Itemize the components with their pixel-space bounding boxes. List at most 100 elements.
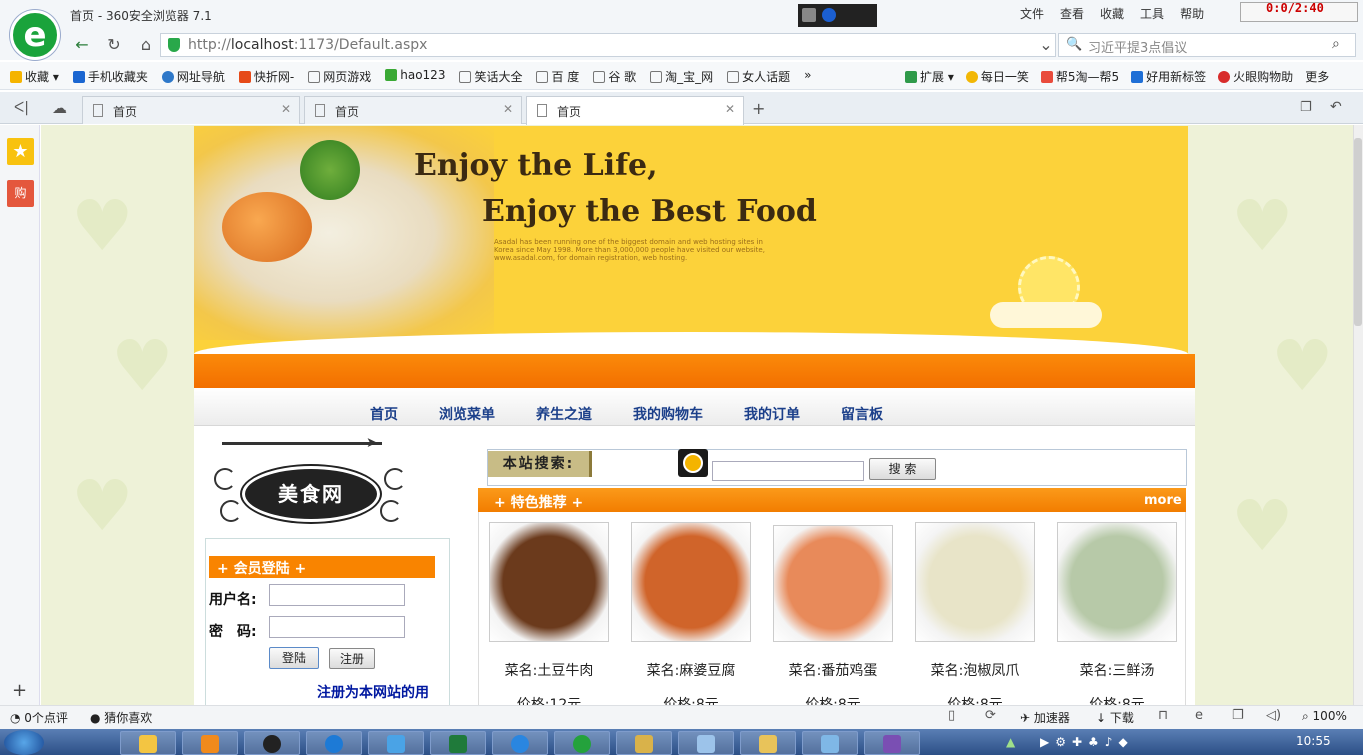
bookmark-item[interactable]: 帮5淘—帮5 [1040,68,1119,85]
menu-file[interactable]: 文件 [1020,5,1044,22]
taskbar-notepad[interactable] [802,731,858,755]
cloud-icon[interactable]: ☁ [52,99,67,117]
address-dropdown-icon[interactable]: ⌄ [1036,36,1056,54]
magnifier-icon[interactable] [678,449,708,477]
refresh-status-icon[interactable]: ⟳ [985,708,996,723]
more-bookmarks-button[interactable]: 更多 [1305,68,1329,85]
panel-icon[interactable]: ⊓ [1158,708,1168,723]
taskbar-explorer[interactable] [120,731,176,755]
dish-name-4[interactable]: 菜名:泡椒凤爪 [900,660,1050,680]
window-icon[interactable]: ❐ [1232,708,1244,723]
bookmark-item[interactable]: 百 度 [536,68,579,85]
site-search-input[interactable] [712,461,864,481]
register-button[interactable]: 注册 [329,648,375,669]
security-shield-icon[interactable] [168,38,180,52]
password-input[interactable] [269,616,405,638]
bookmark-item[interactable]: 手机收藏夹 [72,68,148,85]
close-icon[interactable]: ✕ [503,102,513,116]
add-sidebar-icon[interactable]: + [12,680,27,701]
favorites-star-icon[interactable]: ★ [7,138,34,165]
back-icon[interactable]: ← [72,36,92,54]
taskbar-db[interactable] [616,731,672,755]
tab-home-2[interactable]: 首页 ✕ [304,96,522,124]
menu-help[interactable]: 帮助 [1180,5,1204,22]
refresh-icon[interactable]: ↻ [104,36,124,54]
taskbar-bird[interactable] [368,731,424,755]
bookmark-item[interactable]: 网页游戏 [308,68,371,85]
ie-mode-icon[interactable]: e [1195,708,1203,723]
undo-close-icon[interactable]: ↶ [1330,99,1342,115]
menu-tools[interactable]: 工具 [1140,5,1164,22]
menu-favorites[interactable]: 收藏 [1100,5,1124,22]
extensions-button[interactable]: 扩展 ▾ [905,68,954,85]
dish-image-4[interactable] [915,522,1035,642]
taskbar-media[interactable] [182,731,238,755]
tab-list-icon[interactable]: ᐸ| [14,100,29,116]
bookmark-item[interactable]: 笑话大全 [459,68,522,85]
scrollbar-thumb[interactable] [1354,138,1362,326]
tab-overview-icon[interactable]: ❐ [1300,100,1312,115]
bookmark-item[interactable]: 谷 歌 [593,68,636,85]
recommend-status[interactable]: ● 猜你喜欢 [90,709,152,726]
nav-health[interactable]: 养生之道 [536,404,592,424]
bookmark-item[interactable]: 收藏 ▾ [10,68,59,85]
new-tab-icon[interactable]: + [752,99,765,118]
bookmarks-overflow-icon[interactable]: » [804,68,811,85]
menu-view[interactable]: 查看 [1060,5,1084,22]
accelerator-button[interactable]: ✈ 加速器 [1020,709,1070,726]
bookmark-item[interactable]: hao123 [385,68,445,85]
tab-home-3[interactable]: 首页 ✕ [526,96,744,125]
nav-guestbook[interactable]: 留言板 [841,404,883,424]
help-icon[interactable] [822,8,836,22]
site-search-button[interactable]: 搜 索 [869,458,936,480]
dish-name-2[interactable]: 菜名:麻婆豆腐 [616,660,766,680]
dish-image-3[interactable] [773,525,893,642]
start-button[interactable] [4,730,44,755]
close-icon[interactable]: ✕ [725,102,735,116]
tray-icons[interactable]: ▶⚙✚♣♪◆ [1040,735,1134,749]
search-icon[interactable]: ⌕ [1332,36,1340,52]
taskbar-qq[interactable] [244,731,300,755]
download-button[interactable]: ↓ 下载 [1096,709,1134,726]
network-icon[interactable]: ▲ [1006,735,1015,749]
taskbar-vs[interactable] [864,731,920,755]
zoom-level[interactable]: ⌕ 100% [1302,709,1347,724]
bookmark-item[interactable]: 好用新标签 [1131,68,1206,85]
nav-home[interactable]: 首页 [370,404,398,424]
taskbar-files[interactable] [740,731,796,755]
nav-cart[interactable]: 我的购物车 [633,404,703,424]
nav-browse-menu[interactable]: 浏览菜单 [439,404,495,424]
toolbox-widget[interactable] [798,4,877,27]
nav-orders[interactable]: 我的订单 [744,404,800,424]
taskbar-remote[interactable] [678,731,734,755]
dish-image-1[interactable] [489,522,609,642]
home-icon[interactable]: ⌂ [136,36,156,54]
dish-image-2[interactable] [631,522,751,642]
register-link[interactable]: 注册为本网站的用 [317,682,429,702]
bookmark-item[interactable]: 淘_宝_网 [650,68,713,85]
dish-name-1[interactable]: 菜名:土豆牛肉 [474,660,624,680]
dish-name-5[interactable]: 菜名:三鲜汤 [1042,660,1192,680]
featured-more-link[interactable]: more [1144,493,1182,508]
browser-logo-icon[interactable]: e [10,10,60,60]
shopping-bag-icon[interactable]: 购 [7,180,34,207]
close-icon[interactable]: ✕ [281,102,291,116]
bookmark-item[interactable]: 网址导航 [161,68,225,85]
bookmark-item[interactable]: 女人话题 [727,68,790,85]
bookmark-item[interactable]: 快折网- [238,68,294,85]
dish-name-3[interactable]: 菜名:番茄鸡蛋 [758,660,908,680]
taskbar-ie[interactable] [492,731,548,755]
taskbar-excel[interactable] [430,731,486,755]
sound-icon[interactable]: ◁) [1266,708,1281,723]
comments-status[interactable]: ◔ 0个点评 [10,709,68,726]
dish-image-5[interactable] [1057,522,1177,642]
login-button[interactable]: 登陆 [269,647,319,669]
username-input[interactable] [269,584,405,606]
taskbar-360browser[interactable] [554,731,610,755]
tab-home-1[interactable]: 首页 ✕ [82,96,300,124]
keyboard-icon[interactable] [802,8,816,22]
taskbar-k[interactable] [306,731,362,755]
mobile-icon[interactable]: ▯ [948,708,955,723]
bookmark-item[interactable]: 每日一笑 [965,68,1029,85]
search-engine-icon[interactable]: 🔍 [1066,37,1082,52]
